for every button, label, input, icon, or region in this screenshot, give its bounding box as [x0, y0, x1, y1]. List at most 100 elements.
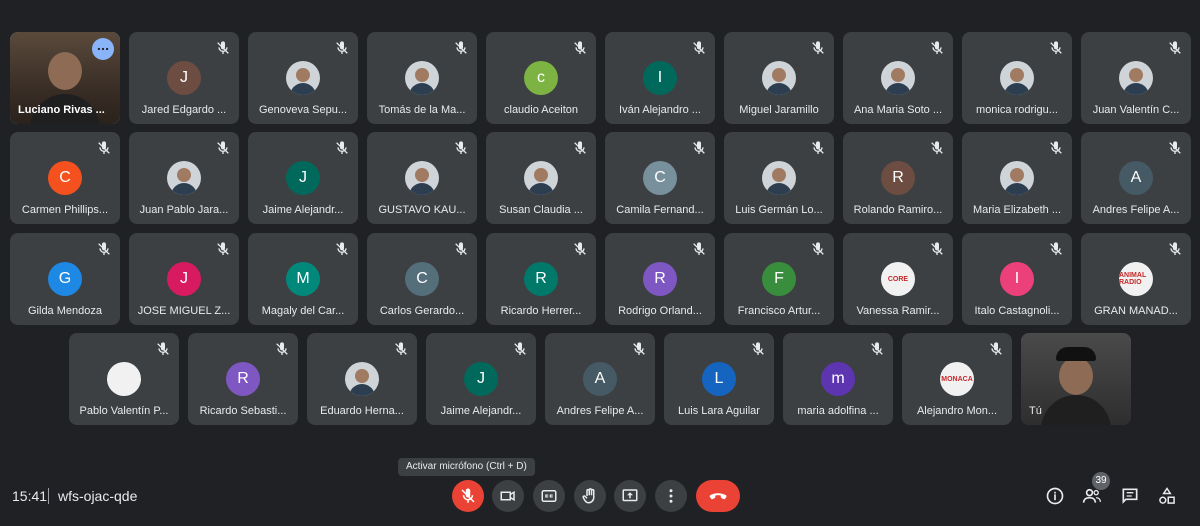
avatar-photo — [405, 61, 439, 95]
participant-name: Francisco Artur... — [737, 305, 821, 317]
participant-tile-gustavo-kau[interactable]: GUSTAVO KAU... — [367, 132, 477, 224]
mic-muted-icon — [631, 341, 647, 357]
avatar-photo — [167, 161, 201, 195]
avatar-initial: J — [167, 262, 201, 296]
participant-tile-eduardo-herna[interactable]: Eduardo Herna... — [307, 333, 417, 425]
participant-name: Ricardo Herrer... — [500, 305, 582, 317]
participant-row: Luciano Rivas ... J Jared Edgardo ... Genov… — [10, 32, 1191, 124]
more-options-icon[interactable] — [92, 38, 114, 60]
participant-tile-maria-adolfina[interactable]: m maria adolfina ... — [783, 333, 893, 425]
participant-tile-jaime-alejandr[interactable]: J Jaime Alejandr... — [248, 132, 358, 224]
mic-muted-icon — [215, 40, 231, 56]
mic-muted-icon — [1048, 40, 1064, 56]
participant-tile-gran-manad[interactable]: ANIMAL RADIO GRAN MANAD... — [1081, 233, 1191, 325]
participant-name: Rolando Ramiro... — [853, 204, 943, 216]
mic-muted-icon — [869, 341, 885, 357]
avatar-photo — [881, 61, 915, 95]
participant-tile-tu[interactable]: Tú — [1021, 333, 1131, 425]
mic-muted-icon — [1048, 241, 1064, 257]
present-button[interactable] — [614, 480, 646, 512]
participant-tile-rolando-ramiro[interactable]: R Rolando Ramiro... — [843, 132, 953, 224]
participant-tile-juan-valentin-c[interactable]: Juan Valentín C... — [1081, 32, 1191, 124]
mic-muted-icon — [929, 40, 945, 56]
avatar-photo — [762, 61, 796, 95]
participant-tile-carmen-phillips[interactable]: C Carmen Phillips... — [10, 132, 120, 224]
participant-tile-francisco-artur[interactable]: F Francisco Artur... — [724, 233, 834, 325]
participant-tile-andres-felipe-a[interactable]: A Andres Felipe A... — [1081, 132, 1191, 224]
avatar-initial: R — [226, 362, 260, 396]
chat-button[interactable] — [1118, 484, 1142, 508]
participant-tile-camila-fernand[interactable]: C Camila Fernand... — [605, 132, 715, 224]
participant-name: Italo Castagnoli... — [974, 305, 1060, 317]
more-options-button[interactable] — [655, 480, 687, 512]
meeting-details-button[interactable] — [1043, 484, 1067, 508]
mic-muted-icon — [334, 40, 350, 56]
mic-muted-icon — [810, 40, 826, 56]
avatar-photo — [405, 161, 439, 195]
avatar-initial: C — [643, 161, 677, 195]
participant-name: Jaime Alejandr... — [440, 405, 522, 417]
participant-name: Alejandro Mon... — [916, 405, 998, 417]
participant-name: Juan Valentín C... — [1092, 104, 1180, 116]
participant-name: Carlos Gerardo... — [379, 305, 465, 317]
participant-name: GRAN MANAD... — [1094, 305, 1178, 317]
avatar-photo — [1000, 61, 1034, 95]
avatar-initial: R — [881, 161, 915, 195]
participant-name: Maria Elizabeth ... — [972, 204, 1062, 216]
participant-name: Ana Maria Soto ... — [853, 104, 943, 116]
mic-muted-icon — [96, 241, 112, 257]
mic-off-icon — [461, 488, 475, 503]
mic-muted-icon — [691, 241, 707, 257]
participant-tile-miguel-jaramillo[interactable]: Miguel Jaramillo — [724, 32, 834, 124]
participant-name: Rodrigo Orland... — [618, 305, 702, 317]
avatar-logo: CORE — [881, 262, 915, 296]
participant-grid: Luciano Rivas ... J Jared Edgardo ... Genov… — [0, 0, 1200, 440]
avatar-initial: J — [286, 161, 320, 195]
participant-tile-tomas-de-la-ma[interactable]: Tomás de la Ma... — [367, 32, 477, 124]
participant-tile-claudio-aceiton[interactable]: c claudio Aceiton — [486, 32, 596, 124]
captions-button[interactable] — [533, 480, 565, 512]
participant-tile-alejandro-mon[interactable]: MONACA Alejandro Mon... — [902, 333, 1012, 425]
participant-tile-pablo-valentin-p[interactable]: Pablo Valentín P... — [69, 333, 179, 425]
participant-tile-ana-maria-soto[interactable]: Ana Maria Soto ... — [843, 32, 953, 124]
participant-name: Tomás de la Ma... — [378, 104, 466, 116]
participant-tile-vanessa-ramir[interactable]: CORE Vanessa Ramir... — [843, 233, 953, 325]
avatar-initial: G — [48, 262, 82, 296]
participant-tile-luis-german-lo[interactable]: Luis Germán Lo... — [724, 132, 834, 224]
clock: 15:41 — [12, 488, 48, 504]
participant-tile-jose-miguel-z[interactable]: J JOSE MIGUEL Z... — [129, 233, 239, 325]
avatar-initial: I — [1000, 262, 1034, 296]
avatar-initial: I — [643, 61, 677, 95]
participant-tile-jared-edgardo[interactable]: J Jared Edgardo ... — [129, 32, 239, 124]
participant-tile-genoveva-sepu[interactable]: Genoveva Sepu... — [248, 32, 358, 124]
participant-tile-luciano-rivas[interactable]: Luciano Rivas ... — [10, 32, 120, 124]
participant-tile-carlos-gerardo[interactable]: C Carlos Gerardo... — [367, 233, 477, 325]
avatar-logo: MONACA — [940, 362, 974, 396]
participant-tile-italo-castagnoli[interactable]: I Italo Castagnoli... — [962, 233, 1072, 325]
participant-tile-magaly-del-car[interactable]: M Magaly del Car... — [248, 233, 358, 325]
mic-muted-icon — [750, 341, 766, 357]
participant-name: Gilda Mendoza — [28, 305, 102, 317]
raise-hand-button[interactable] — [574, 480, 606, 512]
participant-tile-ricardo-sebasti[interactable]: R Ricardo Sebasti... — [188, 333, 298, 425]
participant-tile-juan-pablo-jara[interactable]: Juan Pablo Jara... — [129, 132, 239, 224]
participant-tile-monica-rodrigu[interactable]: monica rodrigu... — [962, 32, 1072, 124]
mic-toggle-button[interactable] — [452, 480, 484, 512]
participant-tile-ricardo-herrer[interactable]: R Ricardo Herrer... — [486, 233, 596, 325]
participant-tile-luis-lara-aguilar[interactable]: L Luis Lara Aguilar — [664, 333, 774, 425]
leave-call-button[interactable] — [696, 480, 740, 512]
participant-tile-maria-elizabeth[interactable]: Maria Elizabeth ... — [962, 132, 1072, 224]
participant-tile-gilda-mendoza[interactable]: G Gilda Mendoza — [10, 233, 120, 325]
participant-tile-ivan-alejandro[interactable]: I Iván Alejandro ... — [605, 32, 715, 124]
participant-tile-rodrigo-orland[interactable]: R Rodrigo Orland... — [605, 233, 715, 325]
participant-name: Jaime Alejandr... — [262, 204, 344, 216]
avatar-photo — [286, 61, 320, 95]
participant-name: Miguel Jaramillo — [739, 104, 819, 116]
activities-button[interactable] — [1155, 484, 1179, 508]
participant-tile-susan-claudia[interactable]: Susan Claudia ... — [486, 132, 596, 224]
camera-toggle-button[interactable] — [492, 480, 524, 512]
mic-muted-icon — [96, 140, 112, 156]
participant-name: Luis Germán Lo... — [735, 204, 823, 216]
participant-tile-jaime-alejandr[interactable]: J Jaime Alejandr... — [426, 333, 536, 425]
participant-tile-andres-felipe-a[interactable]: A Andres Felipe A... — [545, 333, 655, 425]
